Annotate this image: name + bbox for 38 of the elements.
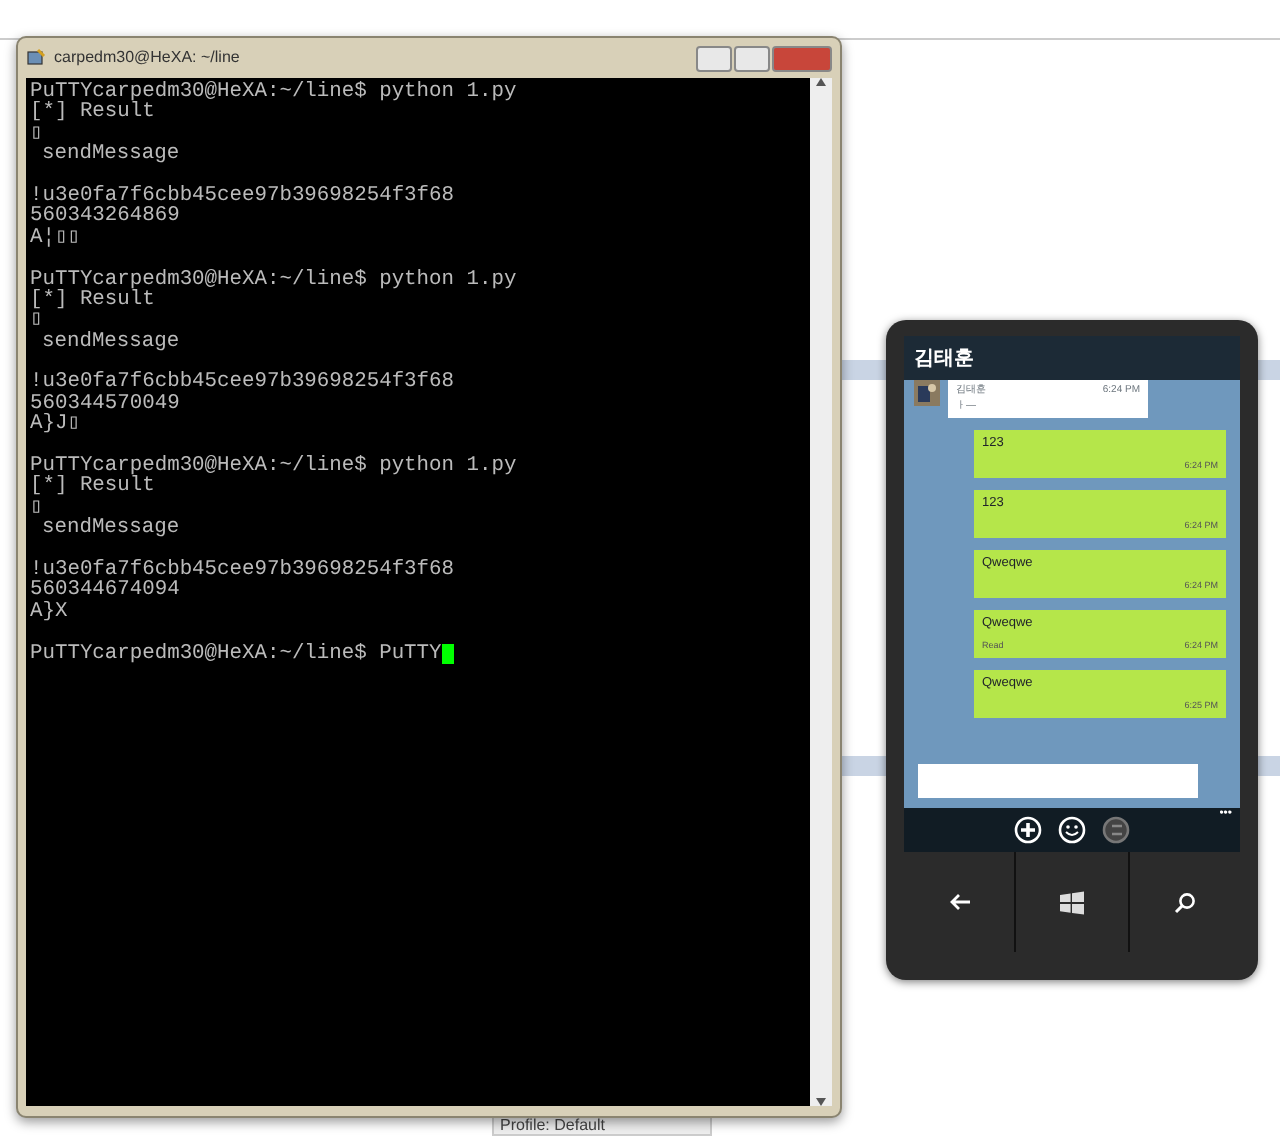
scroll-up-icon[interactable] (816, 78, 826, 86)
scrollbar[interactable] (810, 78, 832, 1106)
terminal-line: [*] Result (30, 289, 155, 311)
windows-logo-icon (1057, 889, 1086, 915)
terminal-line: A¦▯▯ (30, 227, 82, 249)
terminal-line: ▯ (30, 310, 43, 332)
add-icon[interactable] (1014, 816, 1042, 844)
terminal-line: 560344674094 (30, 580, 182, 602)
terminal-line: PuTTYcarpedm30@HeXA:~/line$ python 1.py (30, 456, 519, 477)
terminal-line: 560343264869 (30, 206, 182, 228)
app-icon (26, 48, 46, 68)
terminal-line: sendMessage (40, 331, 182, 353)
back-icon (947, 892, 972, 912)
terminal-line: A}X (30, 601, 70, 623)
terminal-line: PuTTYcarpedm30@HeXA:~/line$ PuTTY (30, 641, 442, 666)
terminal-line: PuTTYcarpedm30@HeXA:~/line$ python 1.py (30, 82, 519, 103)
terminal-line: !u3e0fa7f6cbb45cee97b39698254f3f68 (30, 372, 457, 394)
terminal-line: 560344570049 (30, 393, 182, 415)
terminal-line: !u3e0fa7f6cbb45cee97b39698254f3f68 (30, 559, 457, 581)
search-icon (1173, 891, 1196, 913)
window-title: carpedm30@HeXA: ~/line (54, 46, 240, 70)
terminal-line: A}J▯ (30, 414, 82, 436)
minimize-button[interactable] (696, 45, 732, 71)
scroll-down-icon[interactable] (816, 1098, 826, 1106)
terminal-line: PuTTYcarpedm30@HeXA:~/line$ python 1.py (30, 269, 519, 290)
terminal-line: sendMessage (40, 518, 182, 540)
terminal-line: [*] Result (30, 102, 155, 124)
terminal-line: [*] Result (30, 476, 155, 498)
terminal-line: ▯ (30, 123, 44, 145)
maximize-button[interactable] (734, 45, 770, 71)
terminal-line: sendMessage (40, 144, 182, 166)
avatar (914, 380, 940, 406)
terminal-line: ▯ (30, 497, 44, 519)
chat-title: 김태훈 (904, 336, 1240, 380)
terminal-line: !u3e0fa7f6cbb45cee97b39698254f3f68 (30, 185, 457, 207)
smiley-icon[interactable] (1058, 816, 1086, 844)
close-button[interactable] (772, 45, 832, 71)
message-input[interactable] (918, 764, 1198, 798)
